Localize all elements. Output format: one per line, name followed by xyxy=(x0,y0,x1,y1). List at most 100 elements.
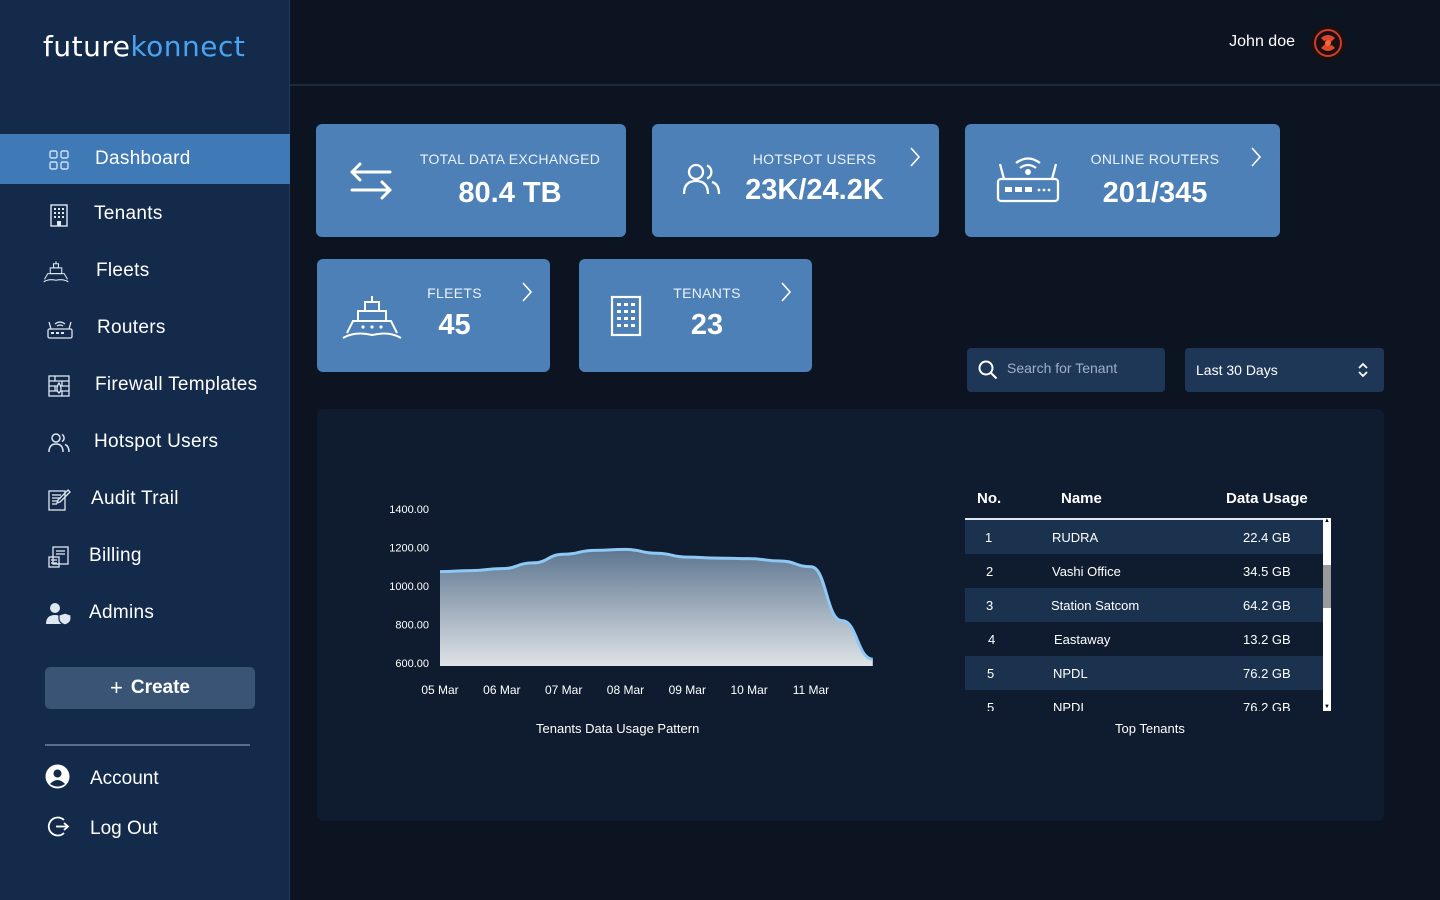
chevron-updown-icon xyxy=(1356,361,1370,384)
create-button[interactable]: + Create xyxy=(45,667,255,709)
card-value: 201/345 xyxy=(1102,177,1208,209)
card-title: FLEETS xyxy=(427,285,482,301)
y-tick-label: 1200.00 xyxy=(389,543,429,555)
admin-icon xyxy=(45,600,73,628)
table-cell-usage: 13.2 GB xyxy=(1243,632,1291,647)
grid-icon xyxy=(45,146,73,174)
card-title: TENANTS xyxy=(673,285,741,301)
card-online-routers[interactable]: ONLINE ROUTERS 201/345 xyxy=(965,124,1280,237)
table-cell-usage: 76.2 GB xyxy=(1243,700,1291,711)
x-tick-label: 05 Mar xyxy=(421,683,458,697)
date-range-value: Last 30 Days xyxy=(1196,362,1278,378)
audit-icon xyxy=(45,486,73,514)
chevron-right-icon xyxy=(1249,146,1263,173)
table-cell-usage: 76.2 GB xyxy=(1243,666,1291,681)
users-icon xyxy=(45,429,73,457)
sidebar-item-label: Audit Trail xyxy=(91,488,179,509)
logout-link[interactable]: Log Out xyxy=(45,814,158,844)
table-cell-no: 4 xyxy=(988,632,996,647)
x-tick-label: 10 Mar xyxy=(730,683,767,697)
x-tick-label: 06 Mar xyxy=(483,683,520,697)
user-name[interactable]: John doe xyxy=(1229,33,1295,51)
card-title: HOTSPOT USERS xyxy=(752,151,877,167)
scroll-up-arrow-icon[interactable]: ▲ xyxy=(1324,518,1330,524)
table-cell-name: Eastaway xyxy=(1054,632,1111,647)
sidebar-item-audit-trail[interactable]: Audit Trail xyxy=(0,474,290,524)
sidebar-item-billing[interactable]: Billing xyxy=(0,531,290,581)
sidebar-item-firewall-templates[interactable]: Firewall Templates xyxy=(0,360,290,410)
sidebar-item-label: Billing xyxy=(89,545,142,566)
sidebar-item-fleets[interactable]: Fleets xyxy=(0,246,290,296)
table-header-no[interactable]: No. xyxy=(977,490,1001,507)
table-cell-name: Station Satcom xyxy=(1051,598,1140,613)
table-cell-usage: 34.5 GB xyxy=(1243,564,1291,579)
x-tick-label: 09 Mar xyxy=(669,683,706,697)
account-label: Account xyxy=(90,768,159,789)
ship-icon xyxy=(341,295,403,346)
tenant-search[interactable] xyxy=(967,348,1165,392)
table-cell-usage: 22.4 GB xyxy=(1243,530,1291,545)
table-scrollbar[interactable] xyxy=(1323,518,1331,711)
top-bar: John doe xyxy=(290,0,1440,86)
avatar[interactable] xyxy=(1310,25,1346,61)
card-total-data-exchanged[interactable]: TOTAL DATA EXCHANGED 80.4 TB xyxy=(316,124,626,237)
y-tick-label: 1000.00 xyxy=(389,581,429,593)
search-input[interactable] xyxy=(1007,360,1157,376)
brand-logo[interactable]: futurekonnect xyxy=(43,30,245,63)
sidebar-item-tenants[interactable]: Tenants xyxy=(0,189,290,239)
account-icon xyxy=(45,764,70,794)
sidebar-item-label: Fleets xyxy=(96,260,150,281)
users-icon xyxy=(682,162,722,201)
table-row[interactable]: 5 NPDL 76.2 GB xyxy=(965,690,1323,711)
chevron-right-icon xyxy=(779,281,793,308)
card-value: 23 xyxy=(690,309,724,341)
logout-label: Log Out xyxy=(90,818,158,839)
table-header-usage[interactable]: Data Usage xyxy=(1226,490,1308,507)
x-tick-label: 11 Mar xyxy=(793,683,829,697)
card-value: 80.4 TB xyxy=(458,177,562,209)
x-tick-label: 07 Mar xyxy=(545,683,582,697)
x-tick-label: 08 Mar xyxy=(607,683,644,697)
card-value: 45 xyxy=(438,309,471,341)
scroll-down-arrow-icon[interactable]: ▼ xyxy=(1324,704,1330,710)
card-tenants[interactable]: TENANTS 23 xyxy=(579,259,812,372)
building-icon xyxy=(45,201,73,229)
firewall-icon xyxy=(45,372,73,400)
table-scrollbar-thumb[interactable] xyxy=(1323,565,1331,608)
table-cell-no: 5 xyxy=(987,700,995,711)
table-row[interactable]: 4 Eastaway 13.2 GB xyxy=(965,622,1323,656)
sidebar-item-label: Hotspot Users xyxy=(94,431,219,452)
sidebar-item-label: Admins xyxy=(89,602,155,623)
sidebar-item-label: Dashboard xyxy=(95,148,191,169)
chevron-right-icon xyxy=(908,146,922,173)
plus-icon: + xyxy=(109,675,123,700)
account-link[interactable]: Account xyxy=(45,764,159,794)
card-title: ONLINE ROUTERS xyxy=(1090,151,1220,167)
sidebar-item-routers[interactable]: Routers xyxy=(0,303,290,353)
logout-icon xyxy=(45,814,70,844)
sidebar-divider xyxy=(45,744,250,746)
card-fleets[interactable]: FLEETS 45 xyxy=(317,259,550,372)
table-row[interactable]: 3 Station Satcom 64.2 GB xyxy=(965,588,1323,622)
ship-icon xyxy=(42,258,70,286)
table-header-name[interactable]: Name xyxy=(1061,490,1102,507)
date-range-select[interactable]: Last 30 Days xyxy=(1185,348,1384,392)
card-hotspot-users[interactable]: HOTSPOT USERS 23K/24.2K xyxy=(652,124,939,237)
search-icon xyxy=(978,360,998,385)
brand-logo-part1: future xyxy=(43,30,131,63)
table-row[interactable]: 1 RUDRA 22.4 GB xyxy=(965,520,1323,554)
sidebar-item-label: Tenants xyxy=(94,203,163,224)
table-cell-no: 5 xyxy=(987,666,995,681)
sidebar-item-hotspot-users[interactable]: Hotspot Users xyxy=(0,417,290,467)
table-row[interactable]: 5 NPDL 76.2 GB xyxy=(965,656,1323,690)
card-value: 23K/24.2K xyxy=(745,174,884,206)
sidebar-item-admins[interactable]: Admins xyxy=(0,588,290,638)
sidebar-item-dashboard[interactable]: Dashboard xyxy=(0,134,290,184)
brand-logo-part2: konnect xyxy=(130,30,246,63)
sidebar-item-label: Firewall Templates xyxy=(95,374,258,395)
top-tenants-table[interactable]: 1 RUDRA 22.4 GB 2 Vashi Office 34.5 GB 3… xyxy=(965,518,1331,711)
building-icon xyxy=(610,295,642,342)
table-row[interactable]: 2 Vashi Office 34.5 GB xyxy=(965,554,1323,588)
table-cell-name: Vashi Office xyxy=(1052,564,1121,579)
chevron-right-icon xyxy=(520,281,534,308)
